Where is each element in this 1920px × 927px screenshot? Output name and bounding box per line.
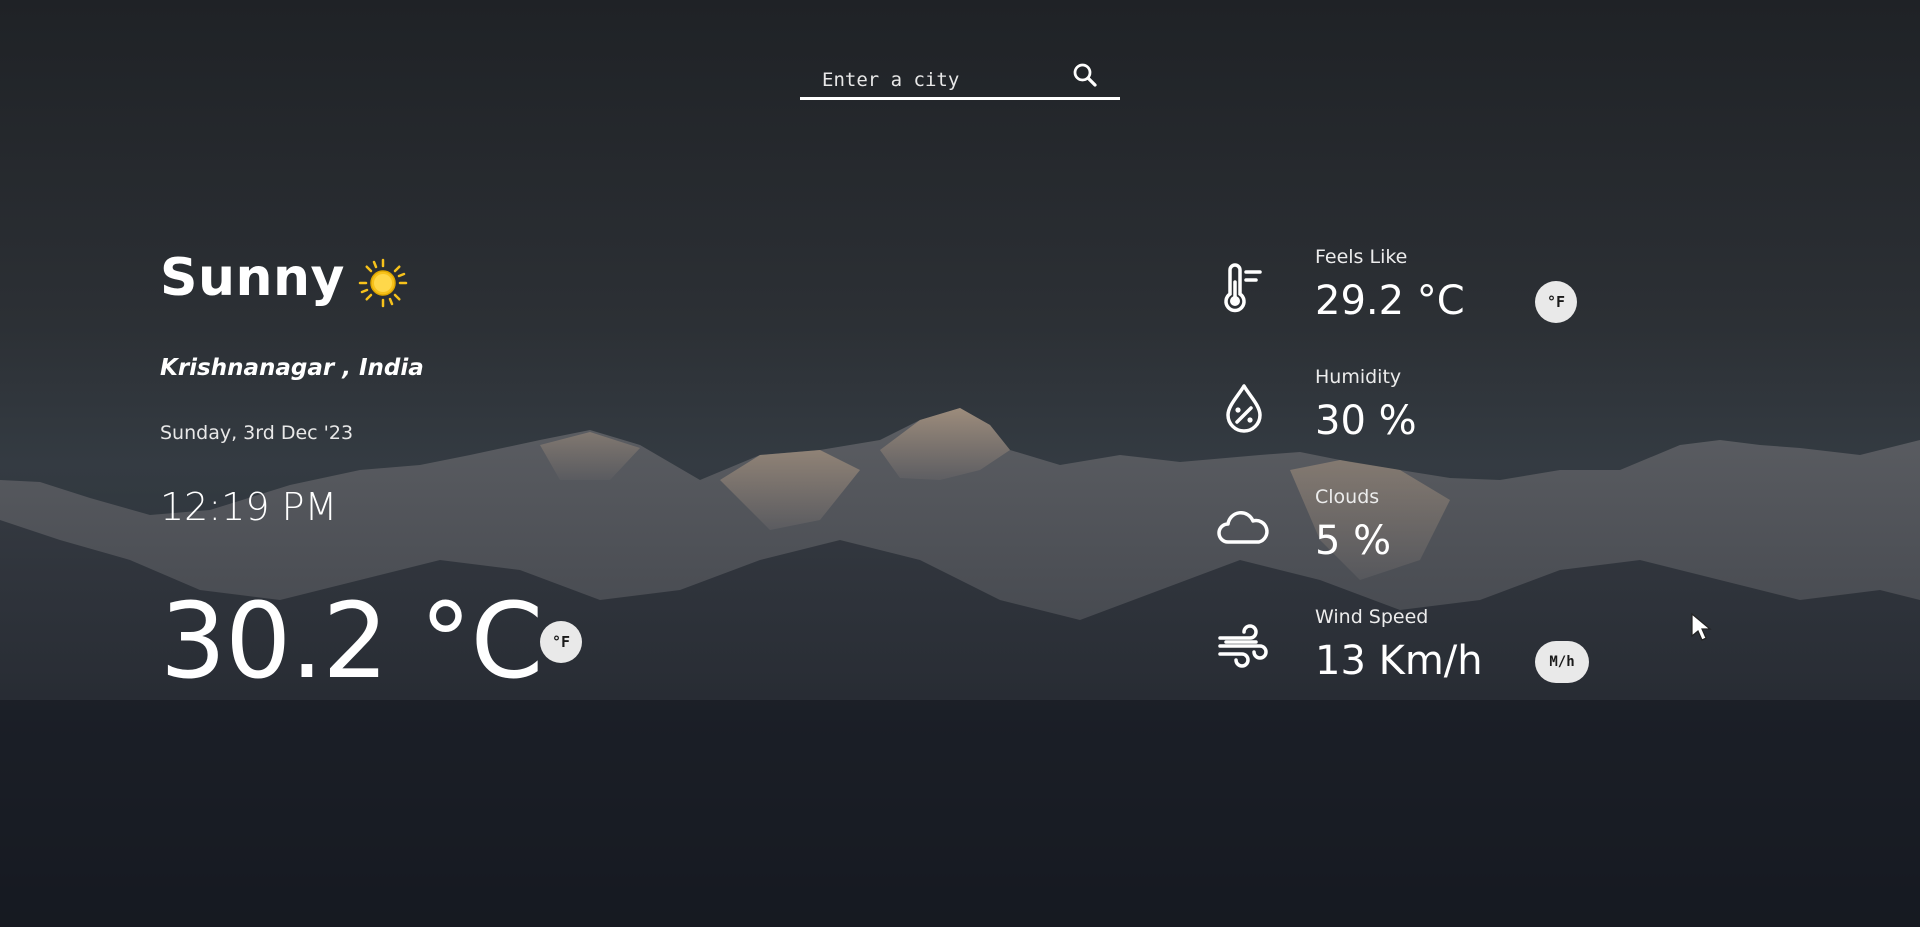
weather-condition: Sunny: [160, 248, 345, 308]
city-search-bar: [800, 58, 1120, 100]
wind-unit-toggle-button[interactable]: M/h: [1535, 641, 1589, 683]
city-search-input[interactable]: [820, 66, 1064, 94]
humidity-label: Humidity: [1315, 366, 1402, 388]
feels-like-value: 29.2 °C: [1315, 278, 1465, 324]
mountain-background: [0, 0, 1920, 927]
sun-icon: [358, 258, 408, 308]
humidity-value: 30 %: [1315, 398, 1417, 444]
wind-icon: [1216, 620, 1272, 676]
clouds-value: 5 %: [1315, 518, 1392, 564]
temperature-unit-toggle-button[interactable]: °F: [540, 621, 582, 663]
mouse-cursor-icon: [1690, 612, 1714, 642]
feels-like-unit-toggle-button[interactable]: °F: [1535, 281, 1577, 323]
current-date: Sunday, 3rd Dec '23: [160, 422, 354, 444]
wind-speed-label: Wind Speed: [1315, 606, 1429, 628]
location-name: Krishnanagar , India: [160, 355, 424, 381]
current-time: 12:19 PM: [160, 485, 338, 529]
feels-like-label: Feels Like: [1315, 246, 1408, 268]
cloud-icon: [1214, 500, 1270, 556]
current-temperature: 30.2 °C: [160, 580, 543, 702]
search-icon[interactable]: [1070, 60, 1100, 90]
wind-speed-value: 13 Km/h: [1315, 638, 1483, 684]
humidity-drop-icon: [1216, 380, 1272, 436]
thermometer-icon: [1216, 260, 1272, 316]
clouds-label: Clouds: [1315, 486, 1380, 508]
